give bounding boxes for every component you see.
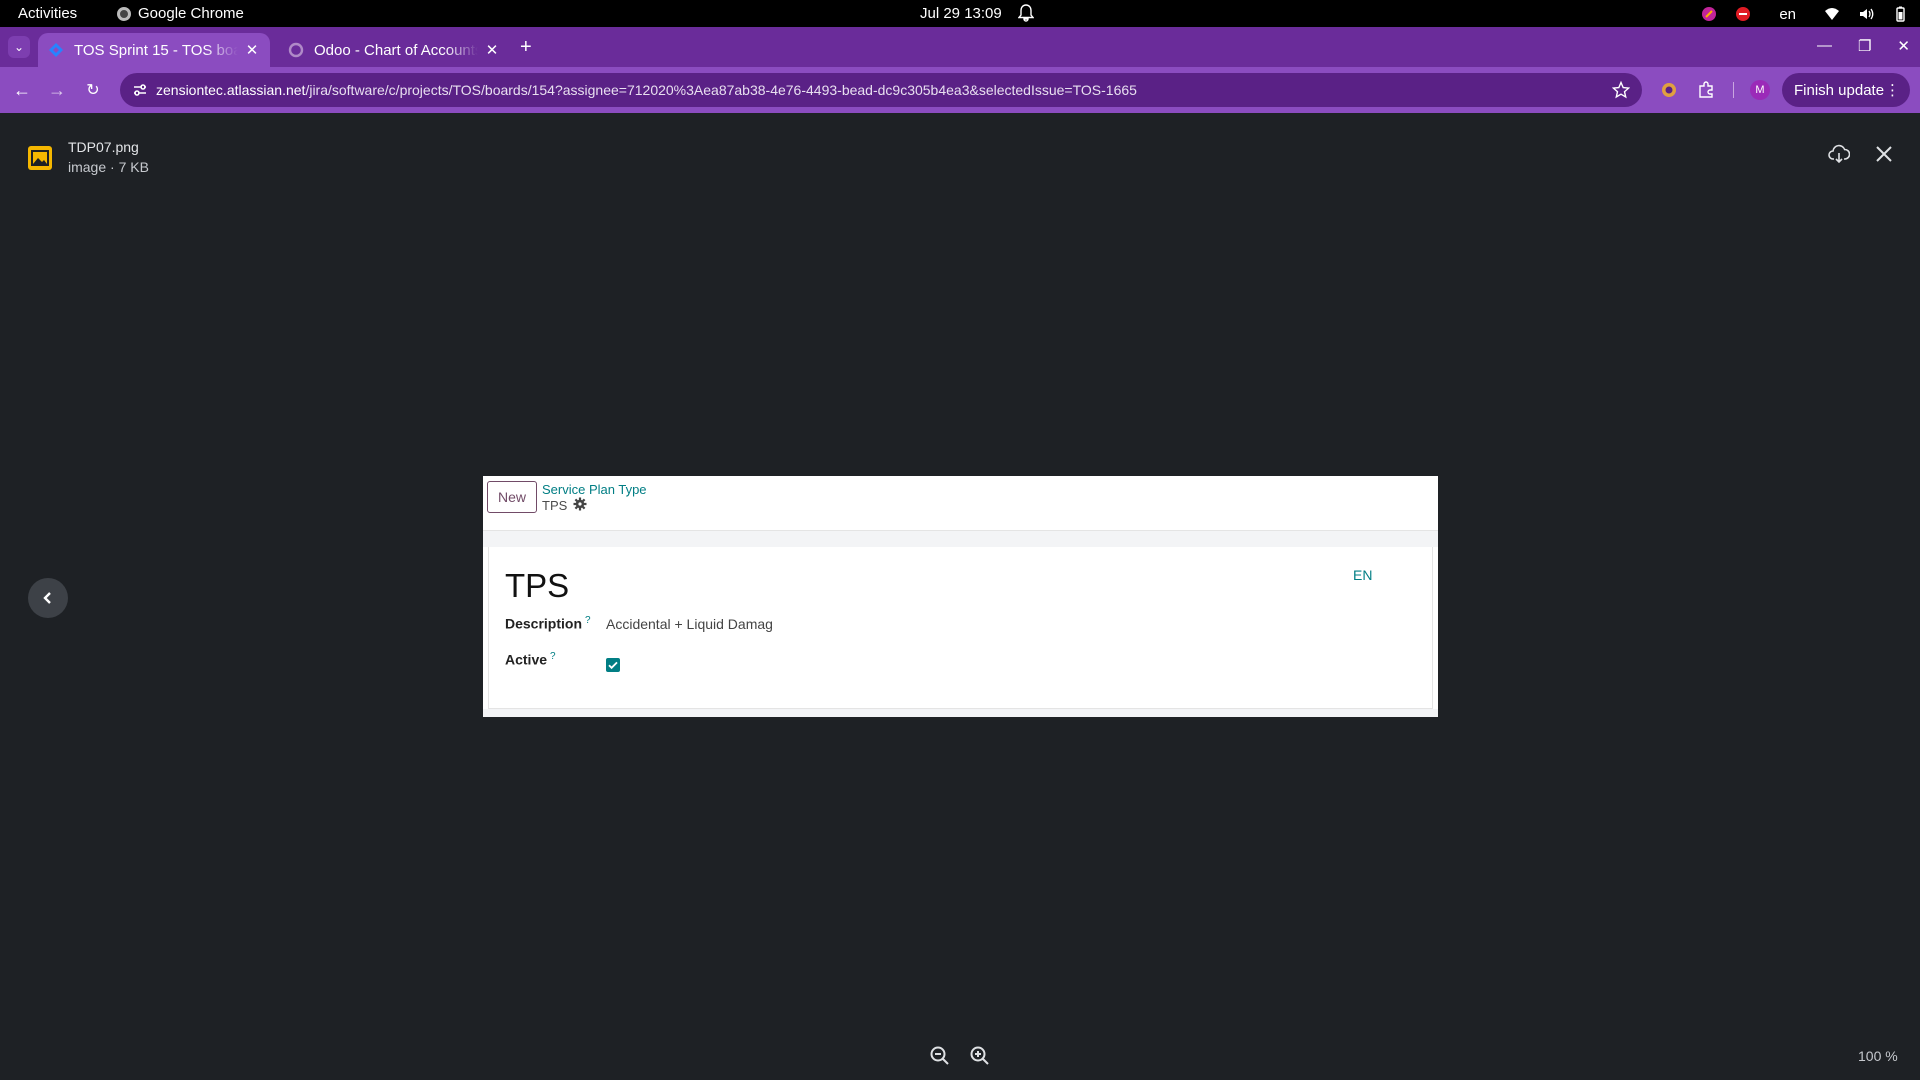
help-tooltip-icon[interactable]: ? <box>585 615 591 626</box>
gear-icon[interactable] <box>573 497 587 511</box>
notification-bell-icon <box>1018 4 1034 22</box>
breadcrumb-parent[interactable]: Service Plan Type <box>542 482 647 497</box>
toolbar-divider <box>1733 82 1734 98</box>
tab-search-button[interactable]: ⌄ <box>8 36 30 58</box>
bookmark-star-icon[interactable] <box>1612 81 1630 99</box>
previous-attachment-button[interactable] <box>28 578 68 618</box>
finish-update-label: Finish update <box>1794 81 1885 99</box>
tab-title: TOS Sprint 15 - TOS board <box>74 41 238 59</box>
zoom-in-icon[interactable] <box>969 1045 991 1067</box>
window-controls: — ❐ ✕ <box>1817 37 1910 55</box>
volume-icon <box>1860 8 1874 20</box>
zoom-level: 100 % <box>1858 1048 1898 1064</box>
activities-button[interactable]: Activities <box>18 5 77 22</box>
help-tooltip-icon[interactable]: ? <box>550 651 556 662</box>
clock[interactable]: Jul 29 13:09 <box>920 5 1002 22</box>
odoo-favicon-icon <box>288 42 304 58</box>
reload-icon[interactable]: ↻ <box>82 79 104 101</box>
form-sheet: TPS EN Description? Accidental + Liquid … <box>488 547 1433 709</box>
active-label: Active? <box>505 651 556 668</box>
new-button[interactable]: New <box>487 481 537 513</box>
tab-close-icon[interactable]: ✕ <box>244 41 260 59</box>
address-bar[interactable]: zensiontec.atlassian.net/jira/software/c… <box>120 73 1642 107</box>
site-info-icon[interactable] <box>132 82 148 98</box>
new-tab-button[interactable]: + <box>520 37 532 57</box>
download-cloud-icon[interactable] <box>1828 143 1850 165</box>
url-host: zensiontec.atlassian.net <box>156 82 306 98</box>
form-footer-band <box>483 709 1438 717</box>
record-title: TPS <box>505 567 570 604</box>
tab-close-icon[interactable]: ✕ <box>484 41 500 59</box>
description-value[interactable]: Accidental + Liquid Damag <box>606 616 773 632</box>
previewed-image: New Service Plan Type TPS TPS EN Descrip… <box>483 476 1438 717</box>
breadcrumb-current: TPS <box>542 498 568 513</box>
image-file-icon <box>28 146 52 170</box>
browser-toolbar: ← → ↻ zensiontec.atlassian.net/jira/soft… <box>0 67 1920 113</box>
url-path: /jira/software/c/projects/TOS/boards/154… <box>305 82 1137 98</box>
file-meta: image · 7 KB <box>68 159 149 175</box>
system-top-bar: Activities Google Chrome Jul 29 13:09 en <box>0 0 1920 27</box>
description-label: Description? <box>505 615 591 632</box>
forward-arrow-icon[interactable]: → <box>46 79 68 101</box>
tab-title: Odoo - Chart of Accounts <box>314 41 478 59</box>
tab-jira-board[interactable]: TOS Sprint 15 - TOS board ✕ <box>38 33 270 67</box>
more-menu-icon[interactable]: ⋮ <box>1885 81 1900 99</box>
extension-icon[interactable] <box>1660 81 1678 99</box>
finish-update-button[interactable]: Finish update ⋮ <box>1782 73 1910 107</box>
keyboard-language[interactable]: en <box>1779 6 1796 23</box>
viewer-close-icon[interactable] <box>1873 143 1895 165</box>
odoo-control-panel: New Service Plan Type TPS <box>483 476 1438 531</box>
checkmark-icon <box>608 661 618 670</box>
jira-favicon-icon <box>49 43 63 57</box>
minimize-icon[interactable]: — <box>1817 37 1832 55</box>
browser-tab-strip: ⌄ TOS Sprint 15 - TOS board ✕ Odoo - Cha… <box>0 27 1920 67</box>
chrome-icon <box>117 6 131 21</box>
back-arrow-icon[interactable]: ← <box>11 79 33 101</box>
extensions-puzzle-icon[interactable] <box>1697 81 1715 99</box>
system-tray[interactable]: en <box>1701 3 1908 25</box>
active-checkbox[interactable] <box>606 658 620 672</box>
app-indicator-icon <box>1702 7 1717 21</box>
chevron-left-icon <box>43 592 51 604</box>
language-button[interactable]: EN <box>1353 567 1372 583</box>
restore-icon[interactable]: ❐ <box>1858 37 1871 55</box>
do-not-disturb-icon <box>1736 7 1751 21</box>
active-app-indicator[interactable]: Google Chrome <box>117 5 244 22</box>
tab-odoo-accounts[interactable]: Odoo - Chart of Accounts ✕ <box>278 33 510 67</box>
window-close-icon[interactable]: ✕ <box>1897 37 1910 55</box>
battery-icon <box>1896 6 1905 22</box>
zoom-out-icon[interactable] <box>929 1045 951 1067</box>
form-background <box>483 531 1438 547</box>
file-name: TDP07.png <box>68 139 139 155</box>
wifi-icon <box>1825 8 1839 20</box>
active-app-name: Google Chrome <box>138 5 244 22</box>
profile-avatar[interactable]: M <box>1750 80 1770 100</box>
